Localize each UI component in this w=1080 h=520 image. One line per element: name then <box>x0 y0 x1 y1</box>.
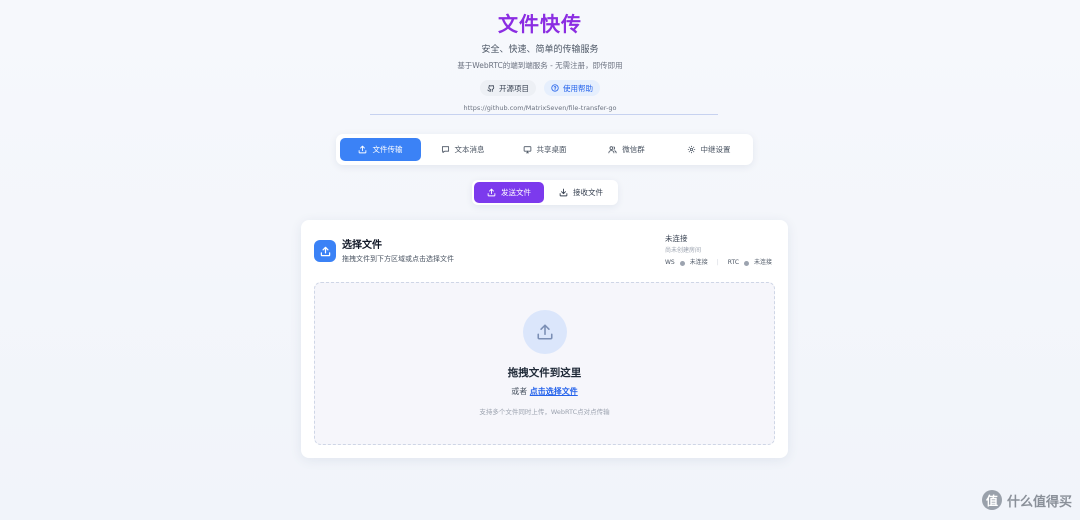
watermark-text: 什么值得买 <box>1006 494 1072 510</box>
connection-status: 未连接 尚未创建房间 WS 未连接 | RTC 未连接 <box>665 233 783 267</box>
tab-text-message-label: 文本消息 <box>454 145 485 154</box>
card-upload-badge <box>314 240 336 262</box>
help-button[interactable]: 使用帮助 <box>544 80 600 96</box>
download-icon <box>559 188 568 197</box>
receive-file-button[interactable]: 接收文件 <box>546 182 616 203</box>
dropzone-or-line: 或者 点击选择文件 <box>315 386 774 397</box>
upload-icon <box>359 145 367 154</box>
app-description: 基于WebRTC的端到端服务 - 无需注册，即传即用 <box>457 61 623 70</box>
choose-file-link[interactable]: 点击选择文件 <box>530 387 578 396</box>
help-circle-icon <box>551 84 559 92</box>
send-file-label: 发送文件 <box>501 188 531 197</box>
repo-divider <box>370 114 718 115</box>
message-icon <box>441 146 449 154</box>
help-label: 使用帮助 <box>563 83 593 93</box>
app-header: 文件快传 安全、快速、简单的传输服务 基于WebRTC的端到端服务 - 无需注册… <box>0 10 1080 113</box>
ws-label: WS <box>665 259 675 266</box>
github-icon <box>487 85 495 92</box>
watermark: 值 什么值得买 <box>981 490 1072 510</box>
ws-state: 未连接 <box>689 259 708 266</box>
send-file-button[interactable]: 发送文件 <box>474 182 544 203</box>
upload-icon <box>487 188 496 197</box>
tab-relay-settings-label: 中继设置 <box>700 145 731 154</box>
room-state: 尚未创建房间 <box>665 247 702 254</box>
open-source-label: 开源项目 <box>499 83 529 93</box>
monitor-icon <box>523 146 531 154</box>
header-links: 开源项目 使用帮助 <box>0 80 1080 96</box>
main-nav: 文件传输 文本消息 共享桌面 微信群 中继设置 <box>336 134 753 165</box>
gear-icon <box>687 145 695 154</box>
status-separator: | <box>716 259 719 266</box>
dropzone-title: 拖拽文件到这里 <box>507 367 582 379</box>
card-title: 选择文件 <box>342 240 382 251</box>
upload-icon <box>537 324 553 340</box>
card-subtitle: 拖拽文件到下方区域或点击选择文件 <box>342 255 454 263</box>
app-subtitle: 安全、快速、简单的传输服务 <box>481 45 599 55</box>
file-select-card: 选择文件 拖拽文件到下方区域或点击选择文件 未连接 尚未创建房间 WS 未连接 … <box>301 220 788 458</box>
tab-share-desktop[interactable]: 共享桌面 <box>504 138 585 161</box>
tab-share-desktop-label: 共享桌面 <box>536 145 567 154</box>
rtc-state: 未连接 <box>754 259 773 266</box>
tab-text-message[interactable]: 文本消息 <box>424 138 501 161</box>
rtc-status-dot <box>744 260 750 266</box>
connection-state: 未连接 <box>665 234 688 243</box>
tab-file-transfer[interactable]: 文件传输 <box>340 138 421 161</box>
receive-file-label: 接收文件 <box>573 188 603 197</box>
tab-relay-settings[interactable]: 中继设置 <box>668 138 749 161</box>
repo-link[interactable]: https://github.com/MatrixSeven/file-tran… <box>0 104 1080 113</box>
channel-status-row: WS 未连接 | RTC 未连接 <box>665 259 783 267</box>
app-title: 文件快传 <box>498 12 582 36</box>
tab-wechat-group[interactable]: 微信群 <box>588 138 665 161</box>
dropzone-icon-circle <box>523 310 567 354</box>
open-source-button[interactable]: 开源项目 <box>480 80 536 96</box>
tab-file-transfer-label: 文件传输 <box>372 145 403 154</box>
rtc-label: RTC <box>727 259 740 266</box>
dropzone-or-text: 或者 <box>511 387 528 396</box>
mode-toggle: 发送文件 接收文件 <box>472 180 618 205</box>
ws-status-dot <box>679 260 685 266</box>
watermark-logo: 值 <box>981 490 1002 510</box>
file-dropzone[interactable]: 拖拽文件到这里 或者 点击选择文件 支持多个文件同时上传，WebRTC点对点传输 <box>314 282 775 445</box>
dropzone-hint: 支持多个文件同时上传，WebRTC点对点传输 <box>479 408 610 416</box>
users-icon <box>608 146 617 154</box>
tab-wechat-group-label: 微信群 <box>622 145 645 154</box>
upload-icon <box>320 246 330 256</box>
